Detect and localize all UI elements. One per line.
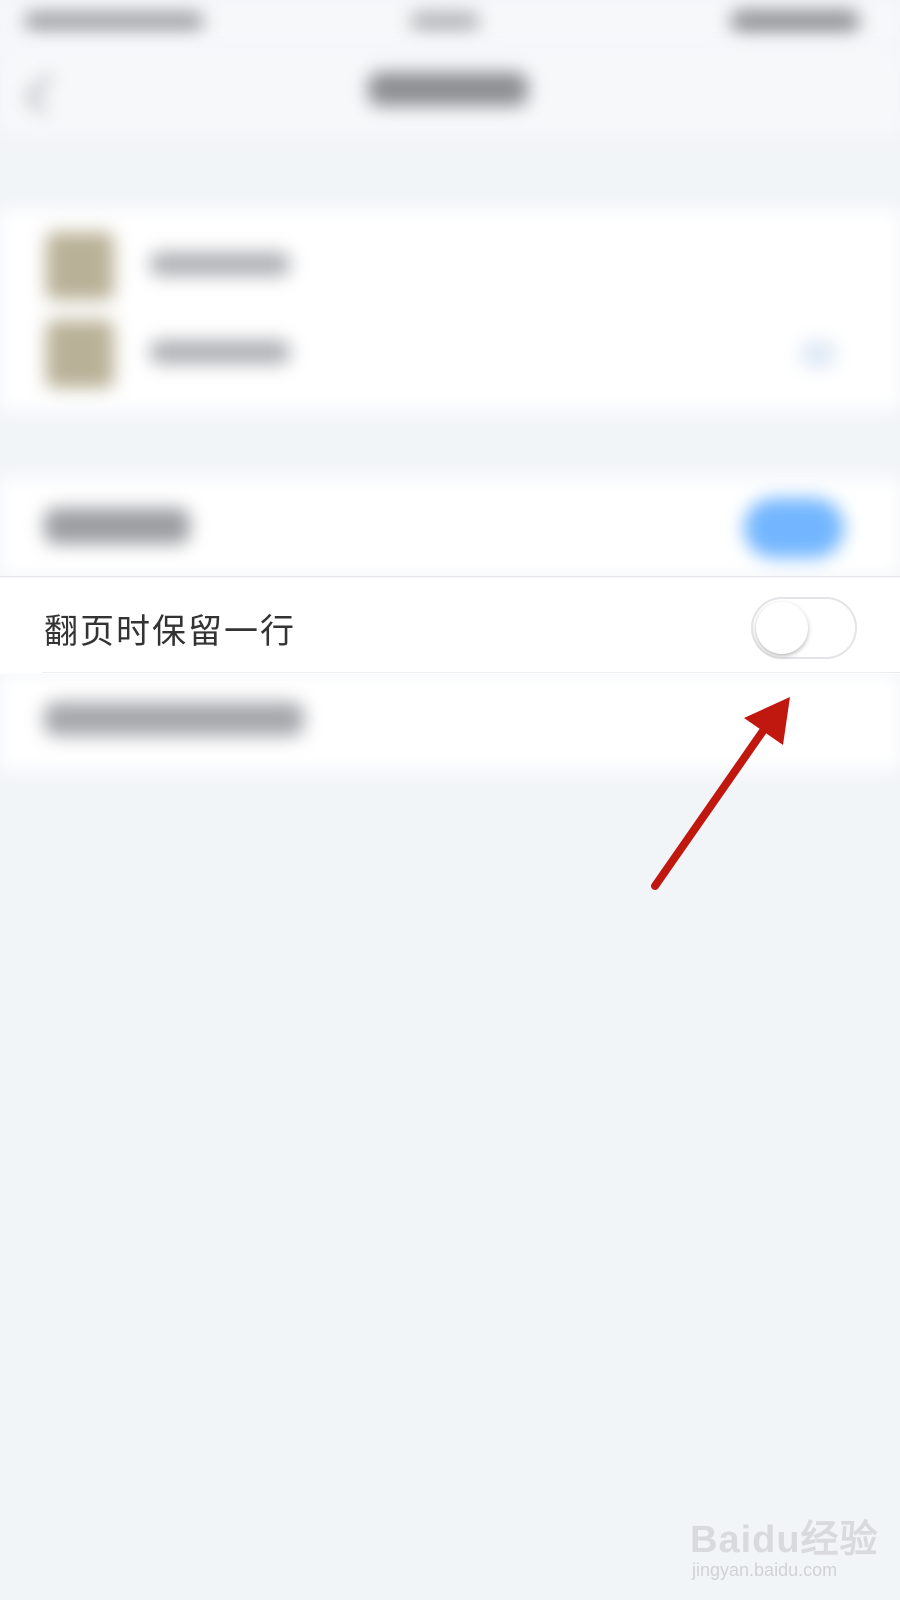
watermark-logo: Baidu经验 — [690, 1519, 879, 1561]
list-item-text-blurred — [150, 252, 290, 276]
divider — [42, 672, 900, 673]
avatar — [46, 232, 114, 300]
status-bar — [0, 0, 900, 48]
divider — [0, 576, 900, 577]
status-bar-time-blurred — [410, 12, 480, 30]
avatar — [46, 320, 114, 388]
setting-row-blurred — [0, 478, 900, 576]
setting-label-blurred — [44, 508, 190, 544]
list-item-text-blurred — [150, 340, 290, 364]
back-chevron-icon[interactable] — [26, 74, 66, 114]
setting-row-keep-one-line[interactable]: 翻页时保留一行 — [0, 578, 900, 674]
setting-row-below-blurred — [0, 674, 900, 770]
setting-label-blurred — [44, 702, 304, 736]
navigation-bar — [0, 48, 900, 134]
status-bar-battery-blurred — [730, 10, 860, 32]
watermark-url: jingyan.baidu.com — [692, 1560, 838, 1580]
keep-one-line-toggle[interactable] — [751, 597, 857, 659]
setting-label: 翻页时保留一行 — [44, 612, 296, 652]
watermark: Baidu经验 jingyan.baidu.com — [690, 1508, 880, 1588]
list-item-accessory-blurred — [800, 340, 836, 368]
page-title-blurred — [368, 72, 528, 106]
avatar-list-card-blurred — [0, 210, 900, 410]
status-bar-carrier-blurred — [24, 12, 204, 30]
setting-toggle-blurred[interactable] — [744, 498, 844, 558]
toggle-knob — [756, 602, 808, 654]
